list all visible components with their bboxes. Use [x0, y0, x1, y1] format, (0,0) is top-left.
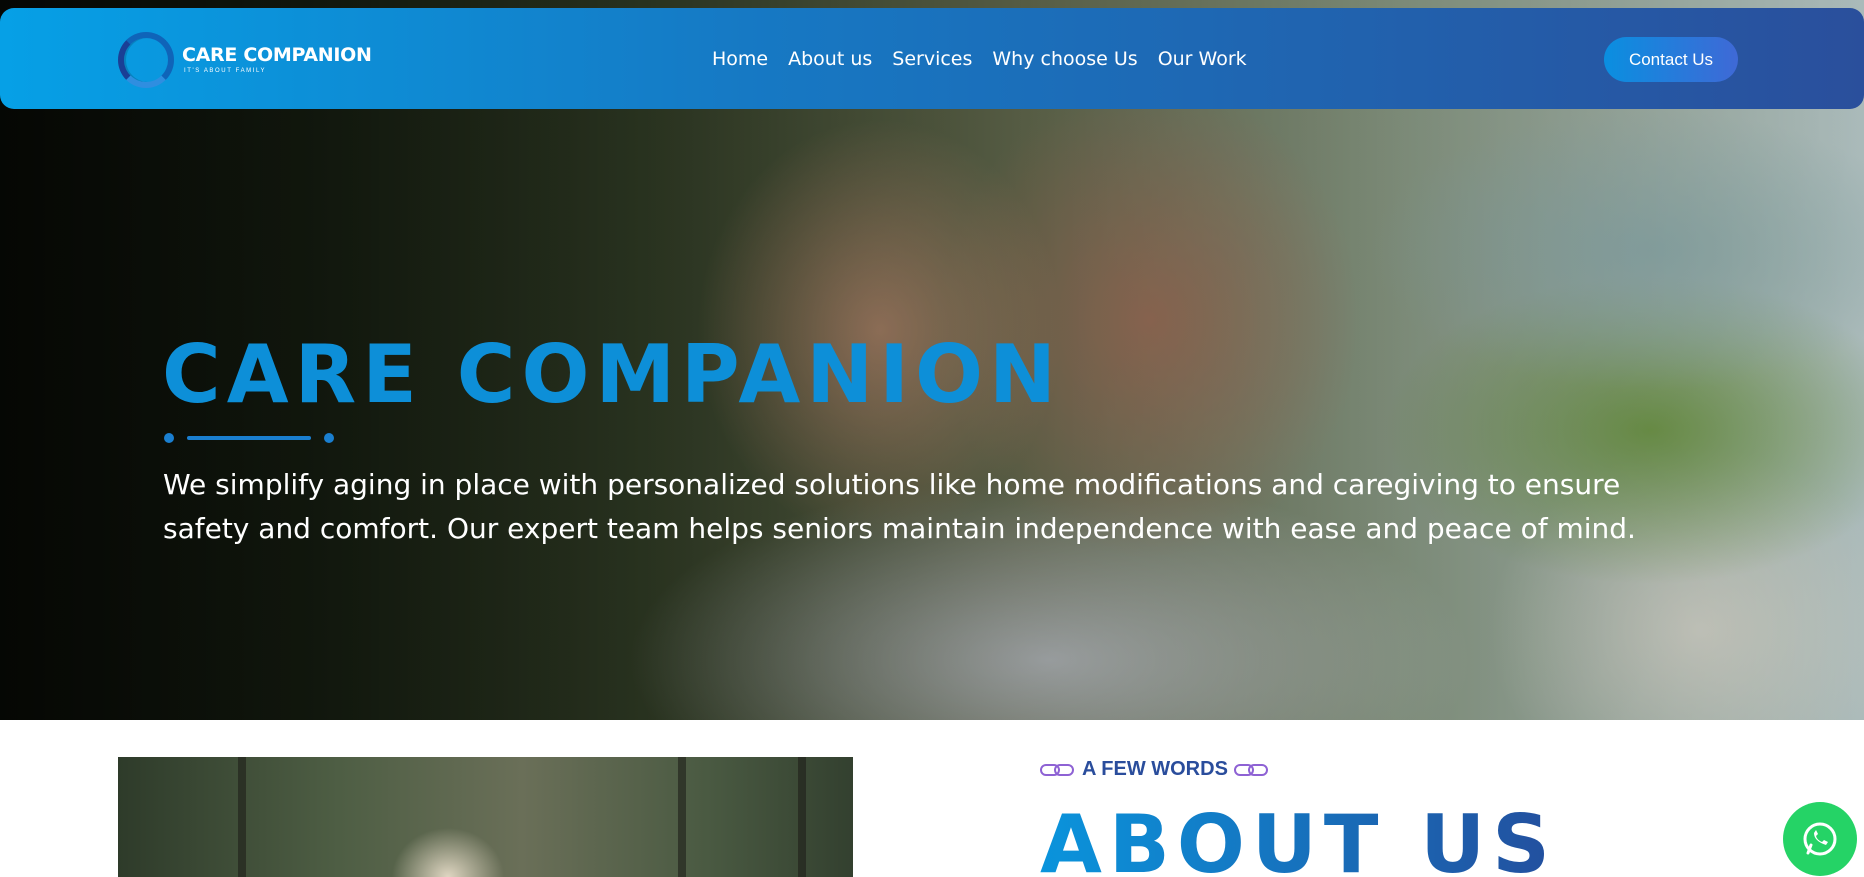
about-eyebrow: A FEW WORDS — [1040, 758, 1270, 781]
eyebrow-text: A FEW WORDS — [1082, 758, 1228, 780]
image-detail — [238, 757, 246, 877]
link-icon — [1040, 762, 1076, 778]
link-icon — [1233, 762, 1270, 778]
about-image — [118, 757, 853, 877]
nav-link-about-us[interactable]: About us — [788, 48, 872, 70]
image-detail — [678, 757, 686, 877]
whatsapp-icon — [1803, 822, 1837, 856]
image-detail — [798, 757, 806, 877]
hero-divider — [164, 433, 334, 443]
brand-text: CARE COMPANION IT'S ABOUT FAMILY — [182, 44, 372, 76]
nav-link-our-work[interactable]: Our Work — [1158, 48, 1247, 70]
nav-link-why-choose-us[interactable]: Why choose Us — [992, 48, 1137, 70]
main-nav: Home About us Services Why choose Us Our… — [712, 8, 1247, 109]
divider-dot — [164, 433, 174, 443]
brand-name: CARE COMPANION — [182, 44, 372, 66]
nav-link-home[interactable]: Home — [712, 48, 768, 70]
ring-logo-icon — [118, 32, 174, 88]
whatsapp-button[interactable] — [1783, 802, 1857, 876]
hero-description: We simplify aging in place with personal… — [163, 468, 1636, 545]
brand-tagline: IT'S ABOUT FAMILY — [184, 68, 267, 74]
contact-us-button[interactable]: Contact Us — [1604, 37, 1738, 82]
brand-logo[interactable]: CARE COMPANION IT'S ABOUT FAMILY — [118, 32, 372, 88]
divider-dot — [324, 433, 334, 443]
navbar: CARE COMPANION IT'S ABOUT FAMILY Home Ab… — [0, 8, 1864, 109]
hero-title: CARE COMPANION — [162, 328, 1062, 421]
divider-bar — [187, 436, 311, 440]
nav-link-services[interactable]: Services — [892, 48, 972, 70]
about-title: ABOUT US — [1040, 800, 1557, 877]
